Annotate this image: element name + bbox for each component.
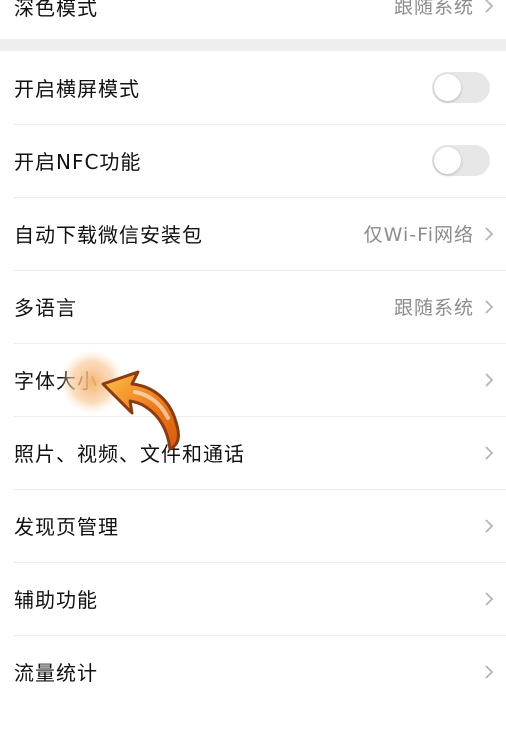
chevron-right-icon: [485, 299, 494, 314]
setting-title-traffic: 流量统计: [14, 661, 98, 685]
setting-row-traffic[interactable]: 流量统计: [0, 635, 506, 708]
chevron-right-icon: [485, 372, 494, 387]
landscape-toggle[interactable]: [432, 72, 490, 103]
media-right: [484, 445, 494, 461]
settings-top-section: 深色模式 跟随系统: [0, 0, 506, 39]
setting-row-media[interactable]: 照片、视频、文件和通话: [0, 416, 506, 489]
setting-title-auto-download: 自动下载微信安装包: [14, 223, 203, 247]
language-value: 跟随系统: [393, 297, 474, 319]
dark-mode-title: 深色模式: [14, 0, 98, 20]
setting-row-nfc[interactable]: 开启NFC功能: [0, 124, 506, 197]
dark-mode-right: 跟随系统: [394, 0, 494, 19]
section-divider: [0, 39, 506, 51]
language-right: 跟随系统: [394, 293, 494, 320]
dark-mode-value: 跟随系统: [393, 0, 474, 18]
setting-row-discover[interactable]: 发现页管理: [0, 489, 506, 562]
chevron-right-icon: [485, 591, 494, 606]
auto-download-right: 仅Wi-Fi网络: [364, 220, 494, 247]
auto-download-value: 仅Wi-Fi网络: [363, 224, 474, 246]
setting-title-landscape: 开启横屏模式: [14, 77, 140, 101]
setting-row-accessibility[interactable]: 辅助功能: [0, 562, 506, 635]
setting-title-media: 照片、视频、文件和通话: [14, 442, 245, 466]
setting-title-font-size: 字体大小: [14, 369, 98, 393]
setting-title-language: 多语言: [14, 296, 77, 320]
setting-row-auto-download[interactable]: 自动下载微信安装包 仅Wi-Fi网络: [0, 197, 506, 270]
chevron-right-icon: [485, 226, 494, 241]
font-size-right: [484, 372, 494, 388]
chevron-right-icon: [485, 518, 494, 533]
accessibility-right: [484, 591, 494, 607]
chevron-right-icon: [485, 0, 494, 13]
setting-row-language[interactable]: 多语言 跟随系统: [0, 270, 506, 343]
setting-title-discover: 发现页管理: [14, 515, 119, 539]
setting-title-nfc: 开启NFC功能: [14, 150, 142, 174]
traffic-right: [484, 664, 494, 680]
chevron-right-icon: [485, 445, 494, 460]
toggle-knob: [434, 74, 461, 101]
toggle-knob: [434, 147, 461, 174]
setting-row-font-size[interactable]: 字体大小: [0, 343, 506, 416]
nfc-toggle[interactable]: [432, 145, 490, 176]
chevron-right-icon: [485, 664, 494, 679]
discover-right: [484, 518, 494, 534]
settings-list: 开启横屏模式 开启NFC功能 自动下载微信安装包 仅Wi-Fi网络 多语言 跟随…: [0, 51, 506, 708]
setting-title-accessibility: 辅助功能: [14, 588, 98, 612]
dark-mode-row[interactable]: 深色模式 跟随系统: [0, 0, 506, 39]
setting-row-landscape[interactable]: 开启横屏模式: [0, 51, 506, 124]
